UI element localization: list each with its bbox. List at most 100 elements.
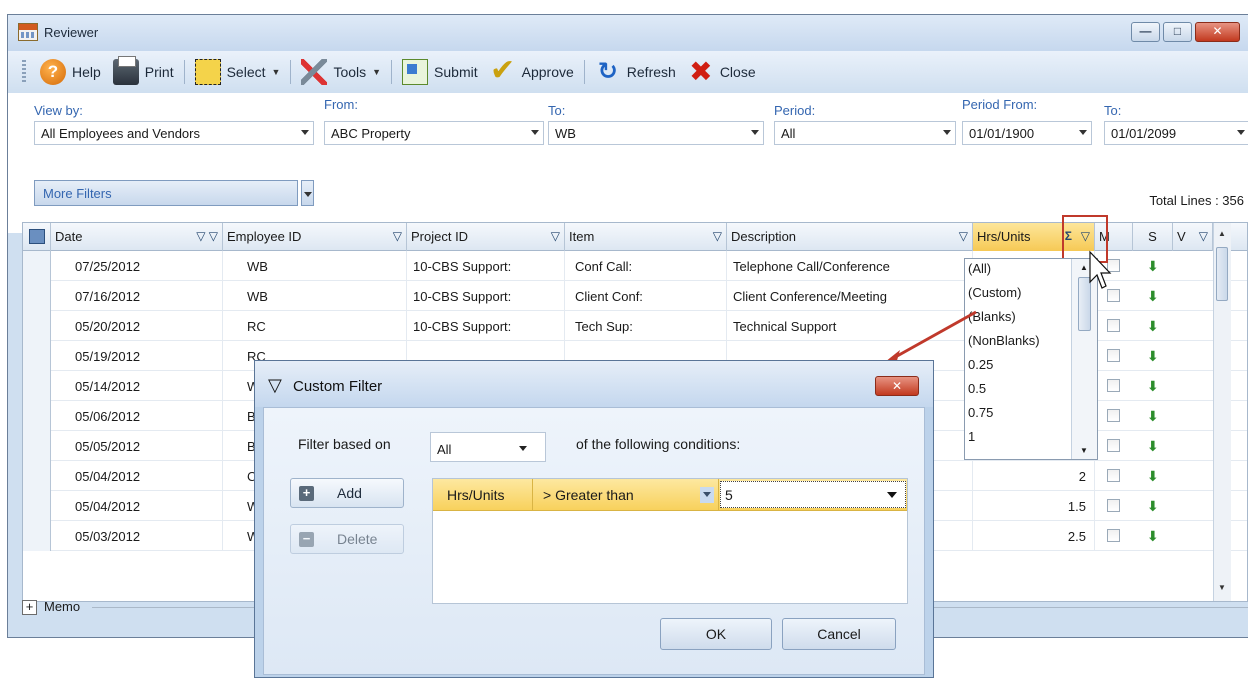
cell-emp[interactable]: RC (223, 311, 407, 341)
grid-vertical-scrollbar[interactable]: ▲ ▼ (1213, 223, 1231, 601)
m-checkbox[interactable] (1107, 529, 1120, 542)
filter-mode-dropdown[interactable]: All (430, 432, 546, 462)
cell-date[interactable]: 07/25/2012 (51, 251, 223, 281)
row-selector[interactable] (23, 491, 51, 521)
cell-date[interactable]: 05/04/2012 (51, 491, 223, 521)
period-from-dropdown[interactable]: 01/01/1900 (962, 121, 1092, 145)
value-filter-item[interactable]: (Custom) (968, 285, 1021, 300)
m-checkbox[interactable] (1107, 289, 1120, 302)
value-filter-item[interactable]: (All) (968, 261, 991, 276)
help-button[interactable]: ? Help (34, 57, 107, 87)
m-checkbox[interactable] (1107, 439, 1120, 452)
row-selector[interactable] (23, 461, 51, 491)
period-to-dropdown[interactable]: 01/01/2099 (1104, 121, 1248, 145)
minimize-button[interactable]: — (1131, 22, 1160, 42)
expand-memo-button[interactable]: + (22, 600, 37, 615)
filter-icon[interactable]: ▽ (713, 229, 722, 243)
filter-icon[interactable]: ▽ (1199, 229, 1208, 243)
chevron-down-icon[interactable] (700, 487, 714, 503)
submit-button[interactable]: Submit (396, 57, 484, 87)
value-list-scrollbar[interactable]: ▲ ▼ (1071, 259, 1097, 459)
cell-proj[interactable]: 10-CBS Support: (407, 311, 565, 341)
cancel-button[interactable]: Cancel (782, 618, 896, 650)
cell-emp[interactable]: WB (223, 251, 407, 281)
toolbar-grip[interactable] (22, 60, 26, 84)
scroll-up-icon[interactable]: ▲ (1214, 229, 1230, 245)
cell-date[interactable]: 05/04/2012 (51, 461, 223, 491)
cell-item[interactable]: Tech Sup: (565, 311, 727, 341)
cell-desc[interactable]: Telephone Call/Conference (727, 251, 973, 281)
condition-value-input[interactable]: 5 (720, 481, 906, 508)
refresh-button[interactable]: ↻ Refresh (589, 57, 682, 87)
filter-icon[interactable]: ▽ ▽ (196, 229, 218, 243)
cell-item[interactable]: Conf Call: (565, 251, 727, 281)
value-filter-item[interactable]: (Blanks) (968, 309, 1016, 324)
row-selector[interactable] (23, 401, 51, 431)
close-button[interactable]: ✖ Close (682, 57, 762, 87)
delete-condition-button[interactable]: − Delete (290, 524, 404, 554)
row-selector[interactable] (23, 341, 51, 371)
ok-button[interactable]: OK (660, 618, 772, 650)
column-item[interactable]: Item ▽ (565, 223, 727, 251)
cell-item[interactable]: Client Conf: (565, 281, 727, 311)
column-project[interactable]: Project ID ▽ (407, 223, 565, 251)
column-employee[interactable]: Employee ID ▽ (223, 223, 407, 251)
row-selector[interactable] (23, 521, 51, 551)
column-s[interactable]: S (1133, 223, 1173, 251)
row-selector[interactable] (23, 251, 51, 281)
cell-date[interactable]: 05/03/2012 (51, 521, 223, 551)
filter-icon[interactable]: ▽ (959, 229, 968, 243)
filter-icon[interactable]: ▽ (393, 229, 402, 243)
cell-proj[interactable]: 10-CBS Support: (407, 251, 565, 281)
m-checkbox[interactable] (1107, 379, 1120, 392)
view-by-dropdown[interactable]: All Employees and Vendors (34, 121, 314, 145)
to-dropdown[interactable]: WB (548, 121, 764, 145)
more-filters-dropdown[interactable] (301, 180, 314, 206)
cell-hrs[interactable]: 1.5 (973, 491, 1095, 521)
scroll-down-icon[interactable]: ▼ (1080, 446, 1088, 455)
condition-operator[interactable]: > Greater than (533, 479, 719, 511)
row-selector[interactable] (23, 311, 51, 341)
approve-button[interactable]: ✔ Approve (484, 56, 580, 87)
condition-field[interactable]: Hrs/Units (433, 479, 533, 511)
cell-proj[interactable]: 10-CBS Support: (407, 281, 565, 311)
cell-date[interactable]: 05/19/2012 (51, 341, 223, 371)
column-v[interactable]: V ▽ (1173, 223, 1213, 251)
cell-hrs[interactable]: 2 (973, 461, 1095, 491)
column-description[interactable]: Description ▽ (727, 223, 973, 251)
value-filter-item[interactable]: 0.25 (968, 357, 993, 372)
from-dropdown[interactable]: ABC Property (324, 121, 544, 145)
row-selector[interactable] (23, 281, 51, 311)
cell-date[interactable]: 07/16/2012 (51, 281, 223, 311)
column-date[interactable]: Date ▽ ▽ (51, 223, 223, 251)
row-selector[interactable] (23, 371, 51, 401)
value-filter-item[interactable]: 1 (968, 429, 975, 444)
scroll-thumb[interactable] (1078, 277, 1091, 331)
tools-button[interactable]: Tools ▼ (295, 57, 387, 87)
cell-date[interactable]: 05/05/2012 (51, 431, 223, 461)
m-checkbox[interactable] (1107, 409, 1120, 422)
m-checkbox[interactable] (1107, 319, 1120, 332)
value-filter-item[interactable]: (NonBlanks) (968, 333, 1040, 348)
m-checkbox[interactable] (1107, 469, 1120, 482)
cell-date[interactable]: 05/20/2012 (51, 311, 223, 341)
more-filters-button[interactable]: More Filters (34, 180, 298, 206)
cell-hrs[interactable]: 2.5 (973, 521, 1095, 551)
column-chooser-icon[interactable] (23, 223, 51, 251)
cell-date[interactable]: 05/14/2012 (51, 371, 223, 401)
cell-desc[interactable]: Technical Support (727, 311, 973, 341)
select-button[interactable]: Select ▼ (189, 57, 287, 87)
value-filter-item[interactable]: 0.5 (968, 381, 986, 396)
row-selector[interactable] (23, 431, 51, 461)
dialog-close-button[interactable]: ✕ (875, 376, 919, 396)
m-checkbox[interactable] (1107, 499, 1120, 512)
m-checkbox[interactable] (1107, 349, 1120, 362)
window-close-button[interactable]: ✕ (1195, 22, 1240, 42)
filter-icon[interactable]: ▽ (551, 229, 560, 243)
condition-row[interactable]: Hrs/Units > Greater than 5 (433, 479, 907, 511)
maximize-button[interactable]: □ (1163, 22, 1192, 42)
value-filter-item[interactable]: 0.75 (968, 405, 993, 420)
cell-date[interactable]: 05/06/2012 (51, 401, 223, 431)
scroll-up-icon[interactable]: ▲ (1080, 263, 1088, 272)
m-checkbox[interactable] (1107, 259, 1120, 272)
